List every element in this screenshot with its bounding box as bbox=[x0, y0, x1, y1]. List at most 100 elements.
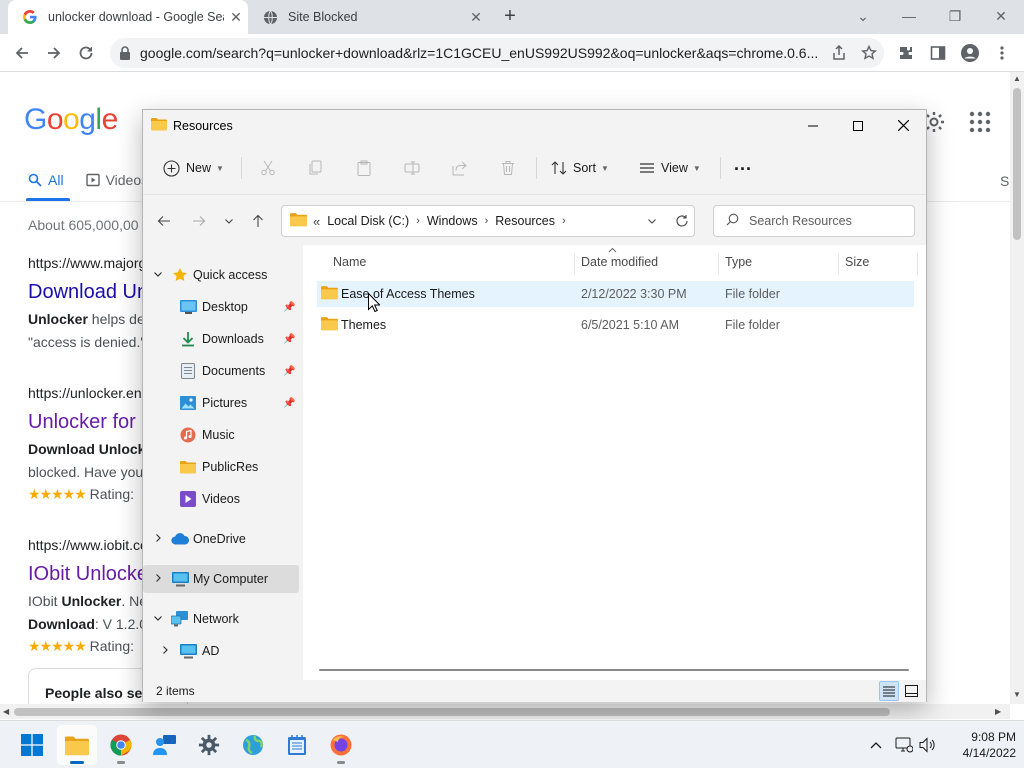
breadcrumb-resources[interactable]: Resources bbox=[495, 214, 555, 228]
pin-icon[interactable]: 📌 bbox=[283, 366, 295, 377]
chevron-right-icon[interactable]: › bbox=[416, 215, 420, 227]
apps-grid-icon[interactable] bbox=[968, 110, 992, 137]
paste-icon[interactable] bbox=[354, 158, 374, 178]
table-row[interactable]: Ease of Access Themes 2/12/2022 3:30 PM … bbox=[317, 281, 914, 307]
page-horizontal-scrollbar[interactable]: ◀ ▶ bbox=[0, 704, 1010, 719]
delete-icon[interactable] bbox=[498, 158, 518, 178]
back-button[interactable] bbox=[153, 210, 175, 232]
sidebar-item-desktop[interactable]: Desktop 📌 bbox=[143, 293, 299, 321]
scroll-up-icon[interactable]: ▲ bbox=[1013, 74, 1021, 83]
sidebar-item-quick-access[interactable]: Quick access bbox=[143, 261, 299, 289]
pin-icon[interactable]: 📌 bbox=[283, 302, 295, 313]
url-text[interactable]: google.com/search?q=unlocker+download&rl… bbox=[140, 45, 824, 61]
address-history-button[interactable] bbox=[639, 205, 665, 237]
tab-site-blocked[interactable]: Site Blocked ✕ bbox=[248, 0, 488, 34]
sidebar-item-onedrive[interactable]: OneDrive bbox=[143, 525, 299, 553]
profile-avatar-icon[interactable] bbox=[956, 39, 984, 67]
column-header-date[interactable]: Date modified bbox=[581, 245, 658, 279]
tab-more-right[interactable]: S bbox=[1000, 173, 1009, 189]
column-divider[interactable] bbox=[838, 253, 839, 275]
sidebar-item-music[interactable]: Music bbox=[143, 421, 299, 449]
chevron-right-icon[interactable]: › bbox=[562, 215, 566, 227]
reload-button[interactable] bbox=[72, 39, 100, 67]
minimize-button[interactable] bbox=[790, 110, 836, 141]
share-icon[interactable] bbox=[824, 45, 854, 61]
browser-menu-icon[interactable] bbox=[988, 39, 1016, 67]
sidebar-item-downloads[interactable]: Downloads 📌 bbox=[143, 325, 299, 353]
network-status-icon[interactable] bbox=[894, 735, 914, 755]
search-input[interactable]: Search Resources bbox=[713, 205, 915, 237]
forward-button[interactable] bbox=[40, 39, 68, 67]
address-bar[interactable]: google.com/search?q=unlocker+download&rl… bbox=[110, 38, 884, 68]
close-icon[interactable]: ✕ bbox=[464, 9, 488, 26]
close-button[interactable] bbox=[880, 110, 926, 141]
result-url[interactable]: https://www.iobit.co bbox=[28, 537, 148, 553]
column-header-size[interactable]: Size bbox=[845, 245, 869, 279]
close-icon[interactable]: ✕ bbox=[224, 9, 248, 26]
tab-all[interactable]: All bbox=[28, 172, 64, 188]
more-options-button[interactable]: ... bbox=[734, 151, 752, 177]
taskbar-clock[interactable]: 9:08 PM 4/14/2022 bbox=[946, 729, 1016, 761]
share-icon[interactable] bbox=[450, 158, 470, 178]
chevron-down-icon[interactable] bbox=[151, 613, 165, 625]
tab-videos[interactable]: Videos bbox=[85, 172, 148, 188]
file-name[interactable]: Ease of Access Themes bbox=[341, 287, 475, 301]
rename-icon[interactable] bbox=[402, 158, 422, 178]
bookmark-star-icon[interactable] bbox=[854, 45, 884, 61]
side-panel-icon[interactable] bbox=[924, 39, 952, 67]
scrollbar-thumb[interactable] bbox=[14, 708, 890, 716]
chevron-right-icon[interactable] bbox=[151, 573, 165, 585]
sidebar-item-ad[interactable]: AD bbox=[143, 637, 299, 665]
breadcrumb-local-disk[interactable]: Local Disk (C:) bbox=[327, 214, 409, 228]
extensions-icon[interactable] bbox=[892, 39, 920, 67]
overflow-chevron-icon[interactable]: « bbox=[313, 214, 320, 229]
sidebar-item-network[interactable]: Network bbox=[143, 605, 299, 633]
result-title[interactable]: Download Un bbox=[28, 281, 148, 304]
sidebar-item-pictures[interactable]: Pictures 📌 bbox=[143, 389, 299, 417]
column-divider[interactable] bbox=[718, 253, 719, 275]
taskbar-notepad[interactable] bbox=[277, 725, 317, 765]
taskbar-network-app[interactable] bbox=[233, 725, 273, 765]
restore-button[interactable]: ❐ bbox=[932, 4, 978, 28]
taskbar-firefox[interactable] bbox=[321, 725, 361, 765]
chevron-right-icon[interactable] bbox=[158, 645, 172, 657]
explorer-titlebar[interactable]: Resources bbox=[143, 110, 926, 141]
sidebar-item-publicres[interactable]: PublicRes bbox=[143, 453, 299, 481]
pin-icon[interactable]: 📌 bbox=[283, 334, 295, 345]
google-logo[interactable]: Google bbox=[24, 103, 118, 137]
sidebar-item-documents[interactable]: Documents 📌 bbox=[143, 357, 299, 385]
sidebar-item-my-computer[interactable]: My Computer bbox=[143, 565, 299, 593]
taskbar-remote-desktop[interactable] bbox=[145, 725, 185, 765]
refresh-button[interactable] bbox=[669, 205, 695, 237]
result-url[interactable]: https://www.majorg bbox=[28, 255, 146, 271]
tab-google-search[interactable]: unlocker download - Google Sea ✕ bbox=[8, 0, 248, 34]
new-tab-button[interactable]: + bbox=[498, 5, 522, 29]
view-button[interactable]: View ▼ bbox=[639, 155, 701, 181]
copy-icon[interactable] bbox=[306, 158, 326, 178]
result-url[interactable]: https://unlocker.en bbox=[28, 385, 142, 401]
sort-button[interactable]: Sort ▼ bbox=[551, 155, 609, 181]
close-window-button[interactable]: ✕ bbox=[978, 4, 1024, 28]
lock-icon[interactable] bbox=[110, 46, 140, 60]
breadcrumb[interactable]: « Local Disk (C:) › Windows › Resources … bbox=[281, 205, 695, 237]
chevron-down-icon[interactable] bbox=[151, 269, 165, 281]
file-name[interactable]: Themes bbox=[341, 318, 386, 332]
volume-icon[interactable] bbox=[918, 735, 938, 755]
taskbar-file-explorer[interactable] bbox=[57, 725, 97, 765]
chevron-up-icon[interactable] bbox=[866, 735, 886, 755]
taskbar-chrome[interactable] bbox=[101, 725, 141, 765]
new-button[interactable]: New ▼ bbox=[163, 155, 224, 181]
column-header-name[interactable]: Name bbox=[333, 245, 366, 279]
scroll-down-icon[interactable]: ▼ bbox=[1013, 690, 1021, 699]
breadcrumb-windows[interactable]: Windows bbox=[427, 214, 478, 228]
forward-button[interactable] bbox=[188, 210, 210, 232]
tab-search-icon[interactable]: ⌄ bbox=[840, 4, 886, 28]
start-button[interactable] bbox=[12, 725, 52, 765]
sidebar-item-videos[interactable]: Videos bbox=[143, 485, 299, 513]
tiles-view-button[interactable] bbox=[901, 681, 921, 701]
cut-icon[interactable] bbox=[258, 158, 278, 178]
chevron-right-icon[interactable] bbox=[151, 533, 165, 545]
back-button[interactable] bbox=[8, 39, 36, 67]
column-header-type[interactable]: Type bbox=[725, 245, 752, 279]
column-divider[interactable] bbox=[574, 253, 575, 275]
